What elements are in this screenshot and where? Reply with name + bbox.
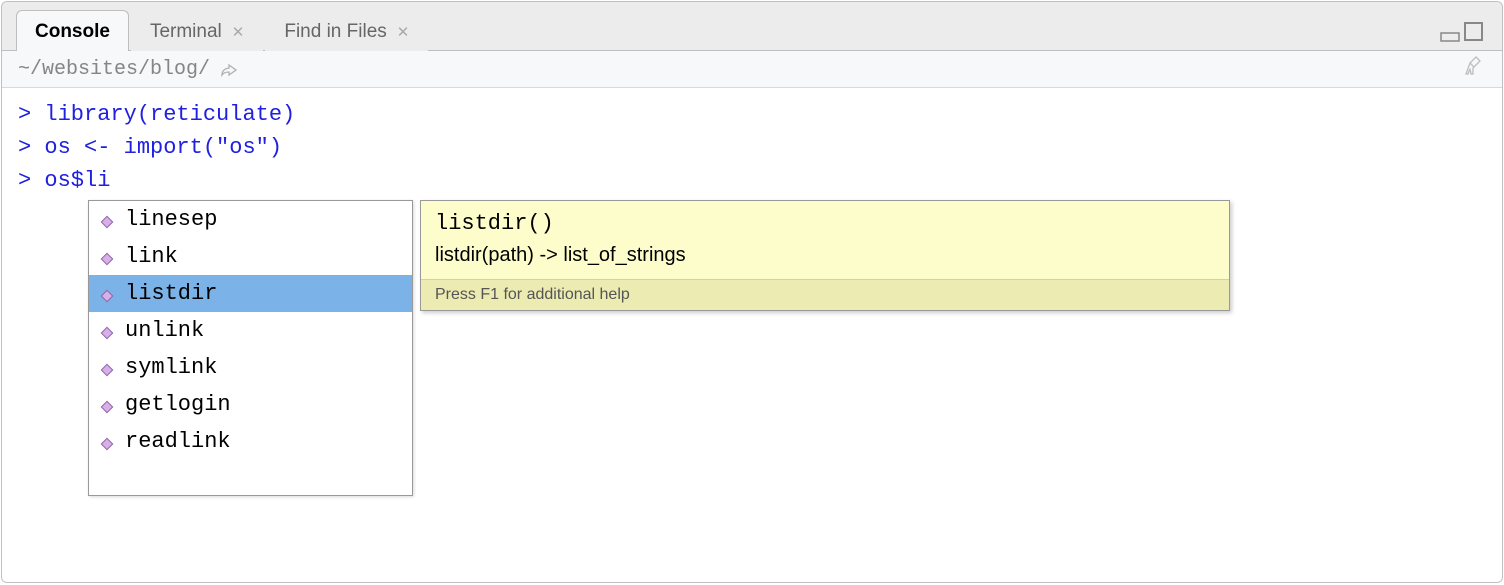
autocomplete-label: symlink (125, 355, 217, 380)
tab-terminal[interactable]: Terminal ✕ (131, 10, 263, 51)
autocomplete-label: unlink (125, 318, 204, 343)
working-directory: ~/websites/blog/ (18, 58, 238, 81)
tab-label: Terminal (150, 21, 222, 43)
maximize-icon[interactable] (1464, 22, 1484, 45)
code: library(reticulate) (44, 102, 295, 127)
tab-bar: Console Terminal ✕ Find in Files ✕ (2, 2, 1502, 50)
clear-console-icon[interactable] (1462, 54, 1486, 84)
value-icon (99, 323, 115, 339)
autocomplete-item-linesep[interactable]: linesep (89, 201, 412, 238)
path-bar: ~/websites/blog/ (2, 50, 1502, 88)
console-line: > os <- import("os") (18, 131, 1486, 164)
console-line: > library(reticulate) (18, 98, 1486, 131)
help-title: listdir() (421, 201, 1229, 240)
autocomplete-label: getlogin (125, 392, 231, 417)
value-icon (99, 397, 115, 413)
tab-console[interactable]: Console (16, 10, 129, 51)
console-output[interactable]: > library(reticulate) > os <- import("os… (2, 88, 1502, 582)
code: os$li (44, 168, 110, 193)
autocomplete-item-listdir[interactable]: listdir (89, 275, 412, 312)
value-icon (99, 286, 115, 302)
path-text: ~/websites/blog/ (18, 58, 210, 81)
autocomplete-label: linesep (125, 207, 217, 232)
help-description: listdir(path) -> list_of_strings (421, 240, 1229, 279)
autocomplete-label: link (125, 244, 178, 269)
prompt: > (18, 135, 31, 160)
close-icon[interactable]: ✕ (397, 23, 410, 41)
tab-label: Console (35, 21, 110, 43)
value-icon (99, 249, 115, 265)
code: os <- import("os") (44, 135, 282, 160)
autocomplete-popup[interactable]: linesep link listdir unlink symlink getl… (88, 200, 413, 496)
autocomplete-label: listdir (125, 281, 217, 306)
prompt: > (18, 102, 31, 127)
value-icon (99, 360, 115, 376)
minimize-icon[interactable] (1440, 24, 1462, 45)
help-footer: Press F1 for additional help (421, 279, 1229, 310)
tab-label: Find in Files (284, 21, 386, 43)
autocomplete-item-unlink[interactable]: unlink (89, 312, 412, 349)
console-panel: Console Terminal ✕ Find in Files ✕ ~/web… (1, 1, 1503, 583)
autocomplete-label: readlink (125, 429, 231, 454)
autocomplete-item-link[interactable]: link (89, 238, 412, 275)
value-icon (99, 212, 115, 228)
share-arrow-icon[interactable] (220, 61, 238, 77)
prompt: > (18, 168, 31, 193)
console-line: > os$li (18, 164, 1486, 197)
tab-find-in-files[interactable]: Find in Files ✕ (265, 10, 428, 51)
window-controls (1440, 22, 1484, 45)
autocomplete-item-symlink[interactable]: symlink (89, 349, 412, 386)
autocomplete-item-readlink[interactable]: readlink (89, 423, 412, 460)
close-icon[interactable]: ✕ (232, 23, 245, 41)
autocomplete-item-getlogin[interactable]: getlogin (89, 386, 412, 423)
help-tooltip: listdir() listdir(path) -> list_of_strin… (420, 200, 1230, 311)
value-icon (99, 434, 115, 450)
